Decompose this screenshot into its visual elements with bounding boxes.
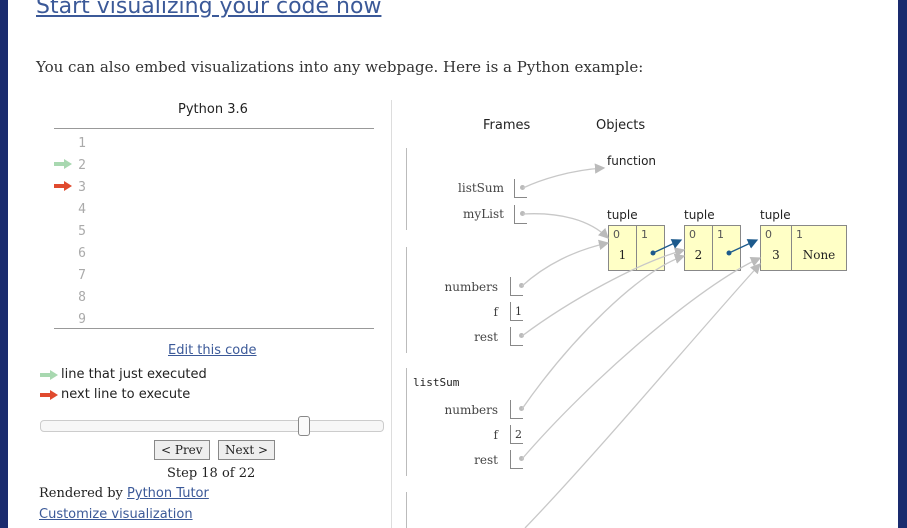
pointer-arrows xyxy=(521,163,762,528)
